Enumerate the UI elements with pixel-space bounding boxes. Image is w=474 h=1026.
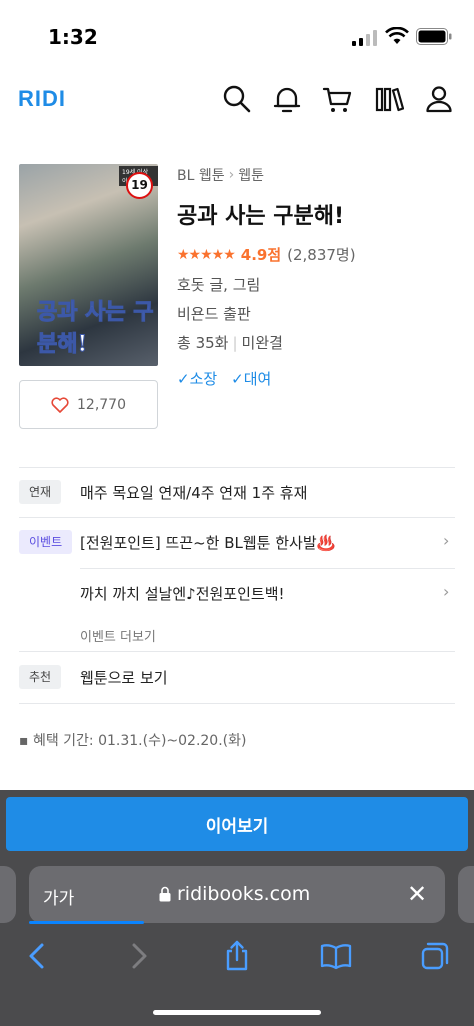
benefit-period: ▪ 혜택 기간: 01.31.(수)~02.20.(화) (19, 733, 247, 749)
episode-status: 총 35화 | 미완결 (177, 334, 283, 352)
publisher[interactable]: 비욘드 출판 (177, 303, 251, 324)
breadcrumb: BL 웹툰 › 웹툰 (177, 165, 264, 185)
purchase-options: ✓소장 ✓대여 (177, 368, 271, 389)
divider (19, 467, 455, 468)
rating-count: (2,837명) (287, 246, 356, 264)
next-tab-peek[interactable] (458, 866, 474, 923)
text-size-button[interactable]: 가가 (43, 884, 74, 909)
divider (19, 703, 455, 704)
recommend-tag: 추천 (19, 665, 62, 689)
close-icon[interactable]: ✕ (407, 880, 427, 908)
event-tag: 이벤트 (19, 530, 73, 554)
author[interactable]: 호돗 글, 그림 (177, 274, 260, 295)
wifi-icon (385, 27, 409, 44)
cover-title: 공과 사는 구분해! (37, 299, 155, 358)
more-events-link[interactable]: 이벤트 더보기 (80, 626, 156, 645)
search-icon[interactable] (222, 84, 252, 114)
heart-icon (51, 396, 69, 413)
forward-icon[interactable] (122, 940, 154, 972)
status-time: 1:32 (48, 25, 98, 49)
event-item[interactable]: [전원포인트] 뜨끈~한 BL웹툰 한사발♨️ (80, 532, 335, 553)
event-item[interactable]: 까치 까치 설날엔♪전원포인트백! (80, 583, 285, 604)
bell-icon[interactable] (272, 84, 302, 114)
ridi-logo[interactable]: RIDI (18, 86, 66, 112)
back-icon[interactable] (22, 940, 54, 972)
own-option[interactable]: ✓소장 (177, 368, 217, 389)
rating[interactable]: ★★★★★ 4.9점 (2,837명) (177, 244, 356, 265)
star-rating-icon: ★★★★★ (177, 246, 236, 263)
divider (80, 568, 455, 569)
page-load-progress (29, 921, 144, 924)
tabs-icon[interactable] (419, 940, 451, 972)
divider (19, 651, 455, 652)
chevron-right-icon: › (443, 582, 450, 601)
like-count: 12,770 (77, 396, 126, 413)
rating-score: 4.9점 (240, 246, 282, 264)
breadcrumb-category[interactable]: BL 웹툰 (177, 165, 225, 185)
user-icon[interactable] (424, 84, 454, 114)
episode-count: 총 35화 (177, 334, 229, 352)
url-text[interactable]: ridibooks.com (177, 883, 310, 905)
previous-tab-peek[interactable] (0, 866, 16, 923)
divider (19, 517, 455, 518)
chevron-right-icon: › (443, 531, 450, 550)
serial-schedule: 매주 목요일 연재/4주 연재 1주 휴재 (80, 484, 308, 502)
share-icon[interactable] (221, 940, 253, 972)
book-cover[interactable]: 19세 이상 이용가 19 공과 사는 구분해! (19, 164, 158, 366)
lock-icon (159, 886, 171, 902)
battery-icon (416, 28, 452, 45)
bookmarks-icon[interactable] (320, 940, 352, 972)
breadcrumb-subcategory[interactable]: 웹툰 (238, 165, 264, 185)
continue-reading-button[interactable]: 이어보기 (6, 797, 468, 851)
serial-tag: 연재 (19, 480, 62, 504)
address-bar[interactable]: 가가 ridibooks.com ✕ (29, 866, 445, 924)
cellular-signal-icon (352, 30, 377, 46)
view-as-webtoon-link[interactable]: 웹툰으로 보기 (80, 667, 168, 688)
chevron-right-icon: › (228, 167, 235, 183)
like-button[interactable]: 12,770 (19, 380, 158, 429)
home-indicator (153, 1010, 321, 1015)
book-title: 공과 사는 구분해! (177, 204, 345, 229)
rent-option[interactable]: ✓대여 (231, 368, 271, 389)
cart-icon[interactable] (322, 84, 352, 114)
library-icon[interactable] (374, 84, 404, 114)
age-19-badge: 19 (126, 172, 153, 199)
status-bar: 1:32 (0, 0, 474, 70)
completion-status: 미완결 (241, 334, 283, 352)
